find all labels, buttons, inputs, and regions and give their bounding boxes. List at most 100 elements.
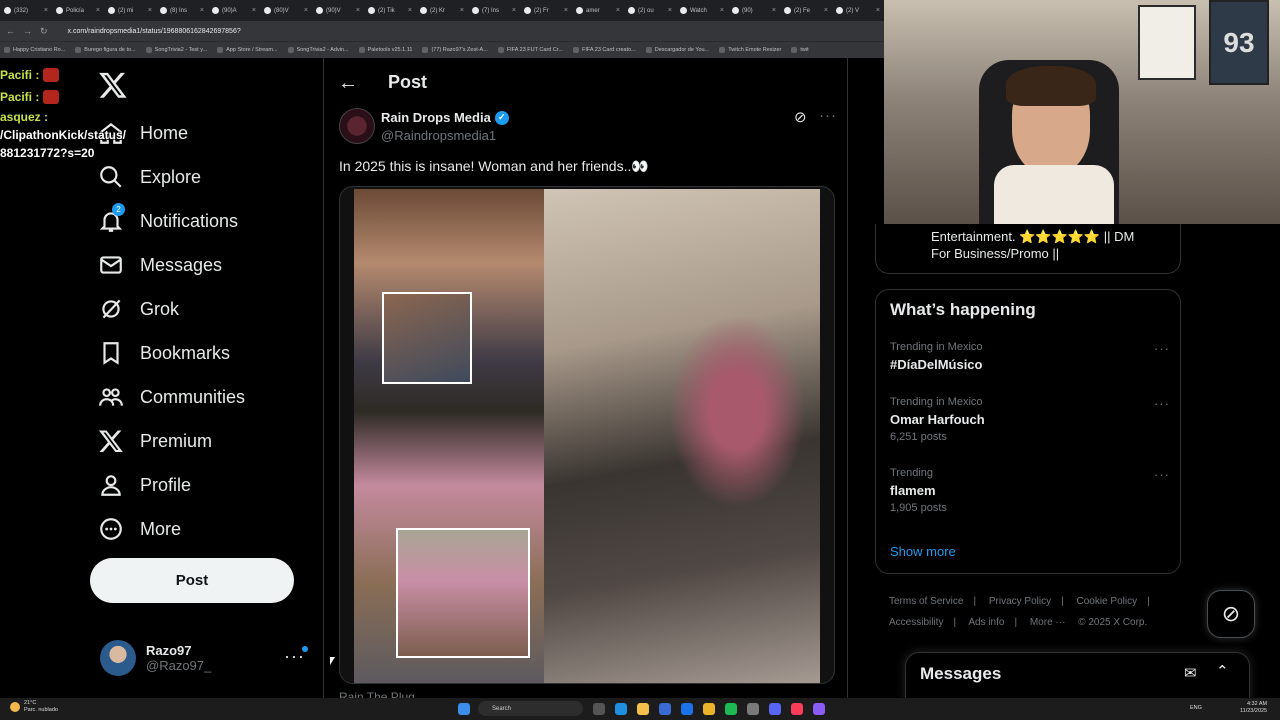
bookmark-item[interactable]: SongTrivia2 - Advin... (287, 47, 349, 53)
bookmark-item[interactable]: Burego figura de to... (75, 47, 136, 53)
weather-widget[interactable]: 21°C Parc. nublado (24, 700, 58, 714)
close-icon[interactable]: × (564, 7, 568, 14)
bookmark-item[interactable]: FIFA 23 Card creato... (572, 47, 636, 53)
edge-icon[interactable] (615, 703, 627, 715)
bookmark-item[interactable]: SongTrivia2 - Test y... (145, 47, 207, 53)
bookmark-item[interactable]: FIFA 23 FUT Card Cr... (497, 47, 563, 53)
browser-tab[interactable]: (2) V × (832, 0, 884, 21)
accessibility-link[interactable]: Accessibility (889, 617, 943, 628)
store-icon[interactable] (659, 703, 671, 715)
close-icon[interactable]: × (356, 7, 360, 14)
chrome-icon[interactable] (703, 703, 715, 715)
nav-item-more[interactable]: More (98, 507, 318, 551)
browser-tab[interactable]: (90)A × (208, 0, 260, 21)
nav-item-bookmarks[interactable]: Bookmarks (98, 331, 318, 375)
close-icon[interactable]: × (96, 7, 100, 14)
browser-tab[interactable]: amer × (572, 0, 624, 21)
forward-arrow-icon[interactable]: → (23, 26, 32, 36)
bookmark-item[interactable]: Paletools v25.1.11 (358, 47, 412, 53)
trend-item[interactable]: Trending flamem 1,905 posts ··· (890, 467, 1170, 514)
system-clock[interactable]: 4:32 AM 11/23/2025 (1240, 701, 1267, 715)
taskbar-search[interactable]: Search (478, 701, 583, 716)
discord-icon[interactable] (769, 703, 781, 715)
browser-tab[interactable]: (2) ou × (624, 0, 676, 21)
url-input[interactable]: x.com/raindropsmedia1/status/19688061628… (68, 28, 241, 35)
browser-tab[interactable]: (2) Kr × (416, 0, 468, 21)
bookmark-item[interactable]: Descargador de You... (645, 47, 709, 53)
author-avatar[interactable] (339, 108, 375, 144)
more-dots-icon[interactable]: ··· (1154, 467, 1170, 482)
browser-tab[interactable]: (7) Ins × (468, 0, 520, 21)
more-dots-icon[interactable]: ··· (1154, 341, 1170, 356)
mail-icon[interactable] (681, 703, 693, 715)
tweet-video[interactable] (339, 186, 835, 684)
bookmark-item[interactable]: Happy Cristiano Ro... (4, 47, 65, 53)
bookmark-item[interactable]: App Store / Stream... (217, 47, 278, 53)
browser-tab[interactable]: (8) Ins × (156, 0, 208, 21)
show-more-link[interactable]: Show more (890, 544, 956, 559)
cookie-link[interactable]: Cookie Policy (1077, 596, 1138, 607)
close-icon[interactable]: × (460, 7, 464, 14)
close-icon[interactable]: × (876, 7, 880, 14)
privacy-link[interactable]: Privacy Policy (989, 596, 1051, 607)
close-icon[interactable]: × (772, 7, 776, 14)
nav-item-grok[interactable]: Grok (98, 287, 318, 331)
nav-item-communities[interactable]: Communities (98, 375, 318, 419)
app-icon[interactable] (813, 703, 825, 715)
browser-tab[interactable]: (332) × (0, 0, 52, 21)
browser-tab[interactable]: (90) × (728, 0, 780, 21)
close-icon[interactable]: × (44, 7, 48, 14)
terms-link[interactable]: Terms of Service (889, 596, 963, 607)
post-button[interactable]: Post (90, 558, 294, 603)
nav-item-notifications[interactable]: 2 Notifications (98, 199, 318, 243)
author-handle[interactable]: @Raindropsmedia1 (381, 128, 496, 143)
file-explorer-icon[interactable] (637, 703, 649, 715)
close-icon[interactable]: × (668, 7, 672, 14)
bookmark-item[interactable]: twit (791, 47, 809, 53)
close-icon[interactable]: × (408, 7, 412, 14)
more-dots-icon[interactable]: ··· (819, 107, 837, 124)
browser-tab[interactable]: (80)V × (260, 0, 312, 21)
close-icon[interactable]: × (616, 7, 620, 14)
language-indicator[interactable]: ENG (1190, 705, 1202, 711)
spotify-icon[interactable] (725, 703, 737, 715)
close-icon[interactable]: × (512, 7, 516, 14)
close-icon[interactable]: × (304, 7, 308, 14)
browser-tab[interactable]: Watch × (676, 0, 728, 21)
close-icon[interactable]: × (200, 7, 204, 14)
browser-tab[interactable]: (2) Fr × (520, 0, 572, 21)
trend-item[interactable]: Trending in Mexico Omar Harfouch 6,251 p… (890, 396, 1170, 443)
close-icon[interactable]: × (148, 7, 152, 14)
browser-tab[interactable]: (2) mi × (104, 0, 156, 21)
account-switcher[interactable]: Razo97 @Razo97_ ··· (100, 638, 315, 678)
nav-item-premium[interactable]: Premium (98, 419, 318, 463)
close-icon[interactable]: × (824, 7, 828, 14)
expand-chevron-icon[interactable]: ⌃ (1216, 662, 1229, 680)
browser-tab[interactable]: (2) Tik × (364, 0, 416, 21)
browser-tab[interactable]: (90)V × (312, 0, 364, 21)
more-link[interactable]: More ··· (1030, 617, 1066, 628)
back-arrow-icon[interactable]: ← (6, 26, 15, 36)
close-icon[interactable]: × (252, 7, 256, 14)
steam-icon[interactable] (747, 703, 759, 715)
reload-icon[interactable]: ↻ (40, 26, 48, 37)
grok-floating-button[interactable]: ⊘ (1207, 590, 1255, 638)
bookmark-item[interactable]: (77) Razo97's Zest-A... (422, 47, 488, 53)
nav-item-messages[interactable]: Messages (98, 243, 318, 287)
bookmark-item[interactable]: Twitch Emote Resizer (719, 47, 781, 53)
trend-item[interactable]: Trending in Mexico #DíaDelMúsico ··· (890, 341, 1170, 372)
task-view-icon[interactable] (593, 703, 605, 715)
new-message-icon[interactable]: ✉ (1184, 664, 1197, 682)
nav-item-profile[interactable]: Profile (98, 463, 318, 507)
back-arrow-icon[interactable]: ← (338, 72, 358, 95)
music-icon[interactable] (791, 703, 803, 715)
messages-drawer[interactable]: Messages ✉ ⌃ (905, 652, 1250, 702)
grok-explain-icon[interactable]: ⊘ (794, 108, 807, 126)
close-icon[interactable]: × (720, 7, 724, 14)
more-dots-icon[interactable]: ··· (1154, 396, 1170, 411)
author-name[interactable]: Rain Drops Media ✓ (381, 110, 509, 125)
browser-tab[interactable]: (2) Fe × (780, 0, 832, 21)
windows-start-icon[interactable] (458, 703, 470, 715)
browser-tab[interactable]: Policía × (52, 0, 104, 21)
ads-info-link[interactable]: Ads info (968, 617, 1004, 628)
